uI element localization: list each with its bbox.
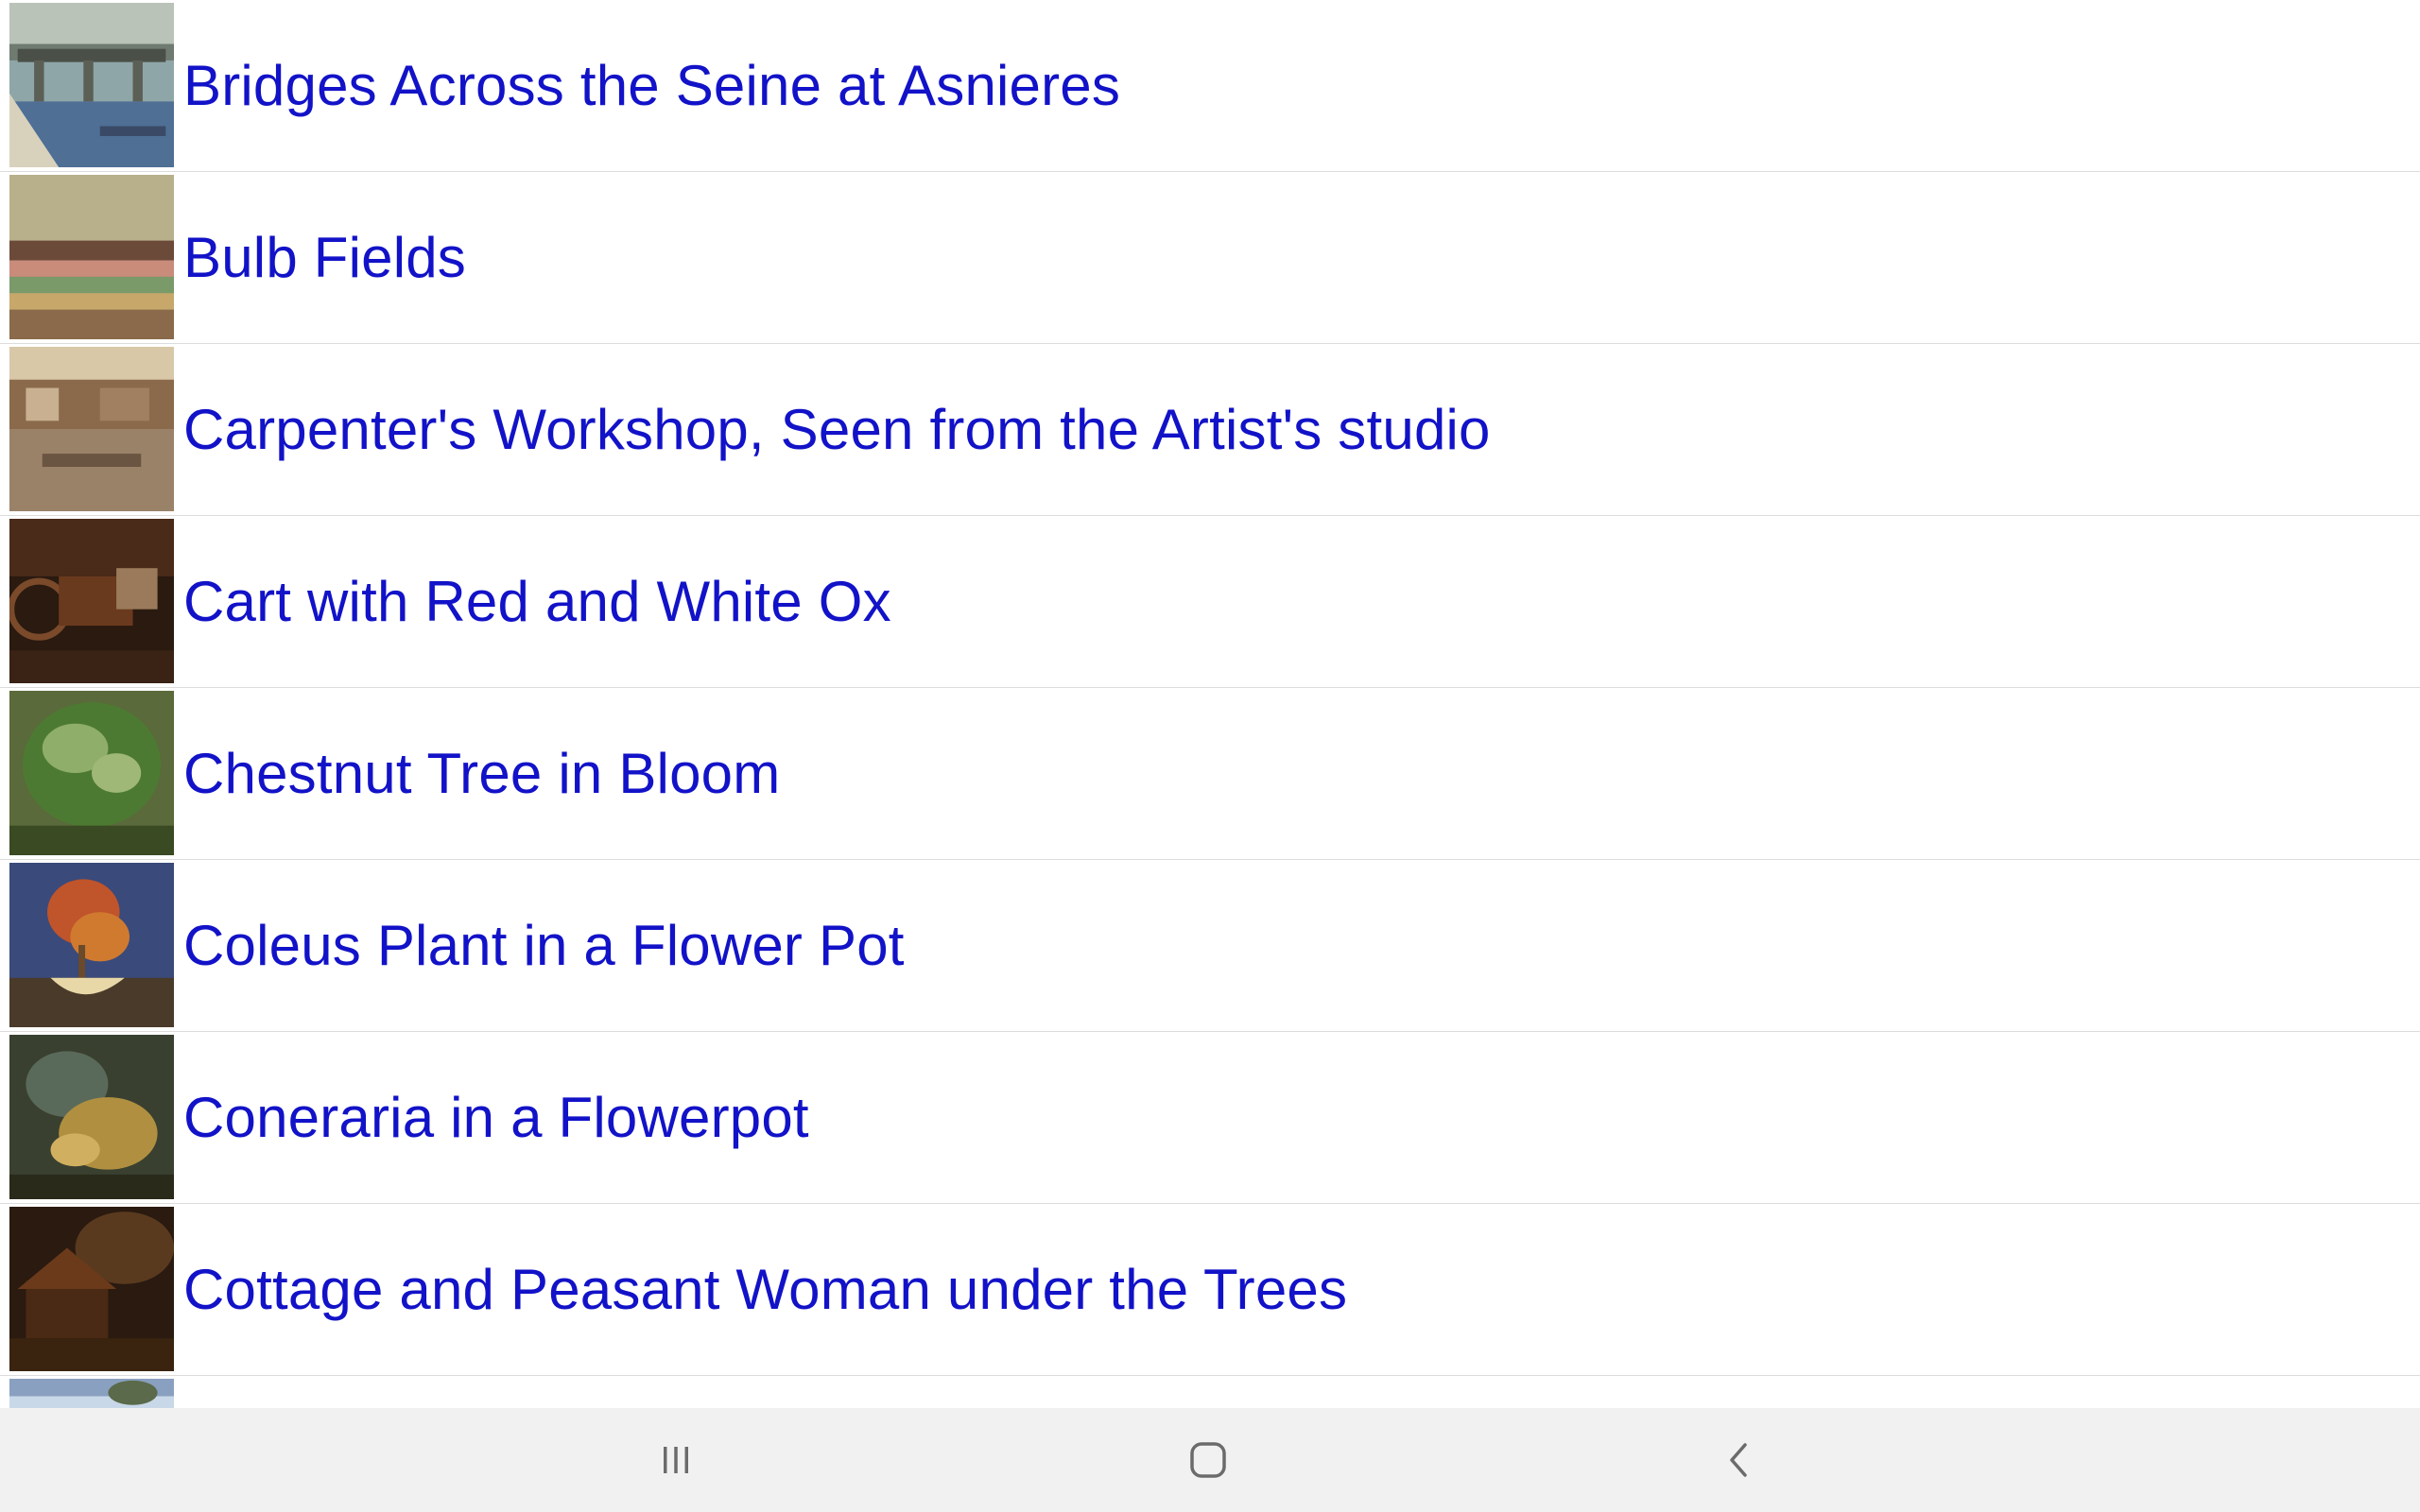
painting-thumbnail — [9, 863, 174, 1027]
list-item[interactable]: Cottage and Peasant Woman under the Tree… — [0, 1204, 2420, 1376]
list-item[interactable]: Carpenter's Workshop, Seen from the Arti… — [0, 344, 2420, 516]
painting-thumbnail — [9, 519, 174, 683]
back-icon — [1730, 1443, 1747, 1477]
painting-title[interactable]: Carpenter's Workshop, Seen from the Arti… — [183, 344, 1491, 515]
painting-title[interactable]: Coleus Plant in a Flower Pot — [183, 860, 905, 1031]
list-item[interactable]: Coleus Plant in a Flower Pot — [0, 860, 2420, 1032]
painting-title[interactable]: Coneraria in a Flowerpot — [183, 1032, 809, 1203]
list-item[interactable]: Coneraria in a Flowerpot — [0, 1032, 2420, 1204]
painting-thumbnail — [9, 1035, 174, 1199]
painting-title[interactable]: Cottage and Peasant Woman under the Tree… — [183, 1204, 1347, 1375]
painting-thumbnail — [9, 3, 174, 167]
recent-apps-icon — [664, 1447, 688, 1473]
list-item[interactable]: Bridges Across the Seine at Asnieres — [0, 0, 2420, 172]
painting-title[interactable]: Bulb Fields — [183, 172, 466, 343]
painting-thumbnail — [9, 1207, 174, 1371]
list-item-partial[interactable] — [0, 1376, 2420, 1408]
recent-apps-button[interactable] — [600, 1408, 752, 1512]
painting-list: Bridges Across the Seine at Asnieres Bul… — [0, 0, 2420, 1408]
list-item[interactable]: Bulb Fields — [0, 172, 2420, 344]
painting-thumbnail — [9, 691, 174, 855]
painting-thumbnail — [9, 347, 174, 511]
list-item[interactable]: Cart with Red and White Ox — [0, 516, 2420, 688]
painting-thumbnail — [9, 1379, 174, 1408]
home-button[interactable] — [1132, 1408, 1284, 1512]
painting-title[interactable]: Cart with Red and White Ox — [183, 516, 891, 687]
painting-thumbnail — [9, 175, 174, 339]
painting-title[interactable]: Bridges Across the Seine at Asnieres — [183, 0, 1120, 171]
system-navigation-bar — [0, 1408, 2420, 1512]
painting-title[interactable]: Chestnut Tree in Bloom — [183, 688, 780, 859]
list-item[interactable]: Chestnut Tree in Bloom — [0, 688, 2420, 860]
home-icon — [1190, 1442, 1226, 1478]
back-button[interactable] — [1664, 1408, 1815, 1512]
